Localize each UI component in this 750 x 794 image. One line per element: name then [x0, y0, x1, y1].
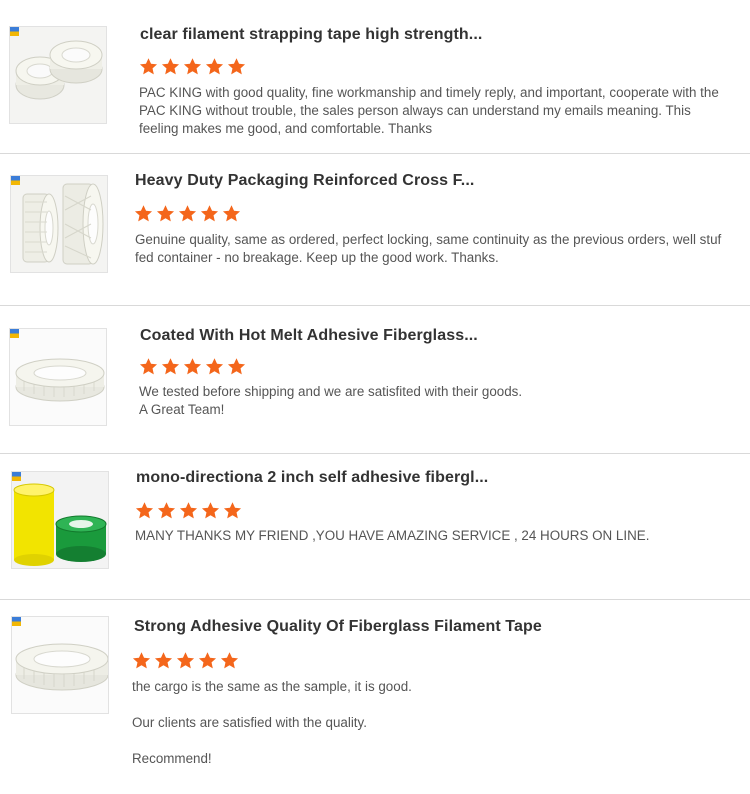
- review-item: Strong Adhesive Quality Of Fiberglass Fi…: [0, 600, 750, 794]
- flag-icon: [12, 472, 21, 481]
- review-product-title[interactable]: mono-directiona 2 inch self adhesive fib…: [136, 469, 488, 487]
- review-text: Genuine quality, same as ordered, perfec…: [135, 231, 735, 267]
- review-text: We tested before shipping and we are sat…: [139, 383, 739, 419]
- review-text-line: the cargo is the same as the sample, it …: [132, 679, 412, 694]
- review-text-line: Recommend!: [132, 751, 212, 766]
- tape-rolls-image: [12, 472, 108, 568]
- star-icon: [161, 358, 180, 375]
- review-text-line: Genuine quality, same as ordered, perfec…: [135, 232, 722, 247]
- star-icon: [178, 205, 197, 222]
- flag-icon: [11, 176, 20, 185]
- review-item: Coated With Hot Melt Adhesive Fiberglass…: [0, 306, 750, 454]
- rating-stars: [139, 357, 246, 376]
- star-icon: [157, 502, 176, 519]
- star-icon: [134, 205, 153, 222]
- product-image[interactable]: [11, 471, 109, 569]
- star-icon: [201, 502, 220, 519]
- review-text: PAC KING with good quality, fine workman…: [139, 84, 739, 138]
- star-icon: [161, 58, 180, 75]
- product-image[interactable]: [11, 616, 109, 714]
- star-icon: [183, 58, 202, 75]
- review-item: clear filament strapping tape high stren…: [0, 0, 750, 154]
- star-icon: [183, 358, 202, 375]
- star-icon: [135, 502, 154, 519]
- tape-roll-image: [10, 329, 106, 425]
- rating-stars: [134, 204, 241, 223]
- review-text: the cargo is the same as the sample, it …: [132, 678, 732, 768]
- star-icon: [222, 205, 241, 222]
- star-icon: [132, 652, 151, 669]
- star-icon: [176, 652, 195, 669]
- review-item: Heavy Duty Packaging Reinforced Cross F.…: [0, 154, 750, 306]
- star-icon: [200, 205, 219, 222]
- review-text-line: A Great Team!: [139, 402, 225, 417]
- review-text-line: PAC KING with good quality, fine workman…: [139, 85, 719, 100]
- star-icon: [205, 58, 224, 75]
- flag-icon: [10, 27, 19, 36]
- tape-rolls-image: [10, 27, 106, 123]
- review-text-line: fed container - no breakage. Keep up the…: [135, 250, 499, 265]
- star-icon: [220, 652, 239, 669]
- tape-roll-image: [12, 617, 108, 713]
- rating-stars: [135, 501, 242, 520]
- star-icon: [179, 502, 198, 519]
- star-icon: [198, 652, 217, 669]
- product-image[interactable]: [9, 328, 107, 426]
- product-image[interactable]: [9, 26, 107, 124]
- star-icon: [227, 58, 246, 75]
- flag-icon: [12, 617, 21, 626]
- star-icon: [205, 358, 224, 375]
- review-text-line: Our clients are satisfied with the quali…: [132, 715, 367, 730]
- tape-rolls-image: [11, 176, 107, 272]
- star-icon: [223, 502, 242, 519]
- review-text-line: [132, 732, 732, 750]
- star-icon: [154, 652, 173, 669]
- review-text-line: We tested before shipping and we are sat…: [139, 384, 523, 399]
- rating-stars: [132, 651, 239, 670]
- star-icon: [139, 58, 158, 75]
- star-icon: [227, 358, 246, 375]
- flag-icon: [10, 329, 19, 338]
- review-product-title[interactable]: Strong Adhesive Quality Of Fiberglass Fi…: [134, 618, 542, 636]
- review-text-line: PAC KING without trouble, the sales pers…: [139, 103, 691, 118]
- review-product-title[interactable]: Coated With Hot Melt Adhesive Fiberglass…: [140, 327, 478, 345]
- review-text: MANY THANKS MY FRIEND ,YOU HAVE AMAZING …: [135, 527, 735, 545]
- star-icon: [156, 205, 175, 222]
- star-icon: [139, 358, 158, 375]
- review-text-line: [132, 696, 732, 714]
- review-text-line: MANY THANKS MY FRIEND ,YOU HAVE AMAZING …: [135, 528, 650, 543]
- review-text-line: feeling makes me good, and comfortable. …: [139, 121, 433, 136]
- review-product-title[interactable]: clear filament strapping tape high stren…: [140, 26, 482, 44]
- rating-stars: [139, 57, 246, 76]
- product-image[interactable]: [10, 175, 108, 273]
- review-product-title[interactable]: Heavy Duty Packaging Reinforced Cross F.…: [135, 172, 474, 190]
- review-item: mono-directiona 2 inch self adhesive fib…: [0, 454, 750, 600]
